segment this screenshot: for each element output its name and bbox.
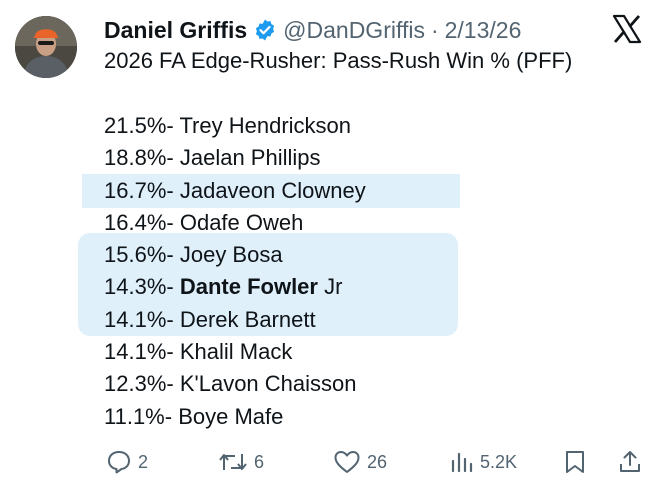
ranking-item: 12.3%- K'Lavon Chaisson [104,371,357,397]
repost-count: 6 [254,451,265,472]
ranking-item: 21.5%- Trey Hendrickson [104,113,352,138]
views-count: 5.2K [480,451,518,472]
action-bar: 2 6 26 5.2K [0,444,660,480]
like-count: 26 [367,451,388,472]
bold-name: Dante Fowler [179,274,318,300]
header-separator: · [430,16,439,43]
author-handle[interactable]: @DanDGriffis [283,17,425,44]
ranking-item: 14.1%- Khalil Mack [104,339,293,365]
share-button[interactable] [618,444,642,480]
share-icon [620,451,640,472]
repost-button[interactable]: 6 [218,444,264,480]
repost-icon [219,454,247,470]
ranking-item: 18.8%- Jaelan Phillips [104,145,321,171]
ranking-item: 16.7%- Jadaveon Clowney [104,177,366,203]
bookmark-icon [566,451,584,473]
views-icon [451,452,473,473]
views-button[interactable]: 5.2K [450,444,517,480]
ranking-list: 21.5%- Trey Hendrickson 18.8%- Jaelan Ph… [104,110,366,433]
ranking-item: 14.1%- Derek Barnett [104,306,316,332]
post-headline: 2026 FA Edge-Rusher: Pass-Rush Win % (PF… [104,48,573,73]
like-icon [334,451,360,473]
reply-button[interactable]: 2 [106,444,148,480]
ranking-item: 15.6%- Joey Bosa [104,242,283,268]
reply-icon [108,451,130,474]
post-date[interactable]: 2/13/26 [445,17,522,44]
ranking-item: 16.4%- Odafe Oweh [104,209,304,235]
bookmark-button[interactable] [563,444,587,480]
x-logo-icon[interactable] [612,14,642,44]
like-button[interactable]: 26 [333,444,387,480]
reply-count: 2 [138,451,149,472]
ranking-item: 14.3%- Dante Fowler Jr [104,274,343,300]
avatar[interactable] [15,16,77,78]
ranking-item: 11.1%- Boye Mafe [104,403,284,429]
post-header: Daniel Griffis @DanDGriffis · 2/13/26 [104,14,521,46]
author-name[interactable]: Daniel Griffis [104,17,247,44]
verified-badge-icon [253,18,277,42]
avatar-image [15,16,77,78]
